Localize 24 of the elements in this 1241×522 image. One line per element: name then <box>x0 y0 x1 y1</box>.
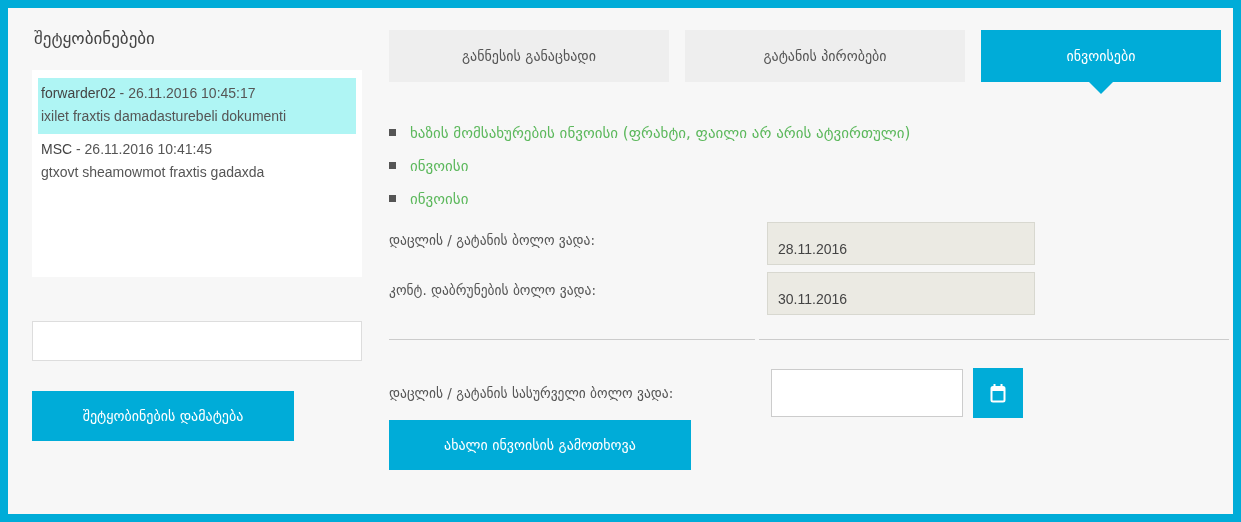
invoice-link[interactable]: ინვოისი <box>410 156 469 175</box>
bullet-icon <box>389 129 396 136</box>
tab[interactable]: გატანის პირობები <box>685 30 965 82</box>
invoice-link[interactable]: ინვოისი <box>410 189 469 208</box>
bullet-icon <box>389 162 396 169</box>
tab[interactable]: ინვოისები <box>981 30 1221 82</box>
field-label: დაცლის / გატანის სასურველი ბოლო ვადა: <box>389 385 675 401</box>
message-item[interactable]: forwarder02 - 26.11.2016 10:45:17 ixilet fraxtis damadasturebeli dokumenti <box>38 78 356 134</box>
calendar-icon <box>990 383 1006 403</box>
tab[interactable]: განნესის განაცხადი <box>389 30 669 82</box>
date-field: 28.11.2016 <box>767 222 1035 265</box>
calendar-button[interactable] <box>973 368 1023 418</box>
invoice-link[interactable]: ხაზის მომსახურების ინვოისი (ფრახტი, ფაილი არ არის ატვირთული) <box>410 123 911 142</box>
date-field: 30.11.2016 <box>767 272 1035 315</box>
tab-pointer-icon <box>1089 82 1113 94</box>
request-invoice-button[interactable]: ახალი ინვოისის გამოთხოვა <box>389 420 691 470</box>
panel-title: შეტყობინებები <box>34 28 156 50</box>
message-input[interactable] <box>32 321 362 361</box>
field-label: კონტ. დაბრუნების ბოლო ვადა: <box>389 282 597 298</box>
date-input[interactable] <box>771 369 963 417</box>
field-label: დაცლის / გატანის ბოლო ვადა: <box>389 232 597 248</box>
bullet-icon <box>389 195 396 202</box>
message-item[interactable]: MSC - 26.11.2016 10:41:45 gtxovt sheamowmot fraxtis gadaxda <box>38 134 356 190</box>
add-message-button[interactable]: შეტყობინების დამატება <box>32 391 294 441</box>
